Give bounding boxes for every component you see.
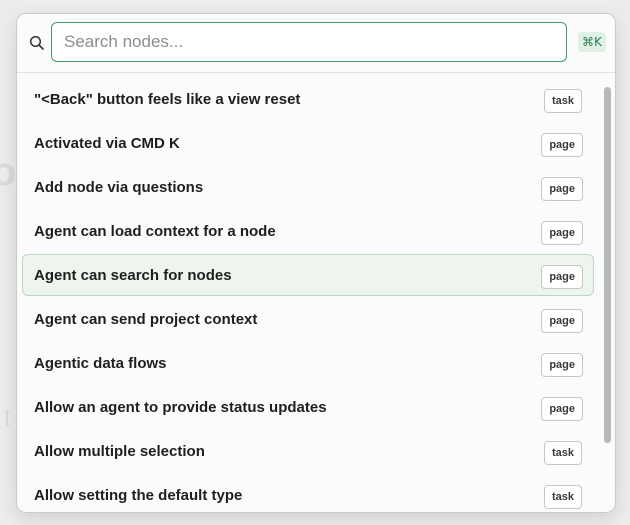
- result-item[interactable]: Add node via questions page: [22, 166, 594, 208]
- result-item[interactable]: Allow multiple selection task: [22, 430, 594, 472]
- result-item[interactable]: Agent can send project context page: [22, 298, 594, 340]
- type-badge: page: [541, 397, 583, 421]
- result-item[interactable]: Agent can search for nodes page: [22, 254, 594, 296]
- results-list: "<Back" button feels like a view reset ta…: [17, 73, 615, 512]
- result-title: Agent can search for nodes: [34, 267, 232, 284]
- background-ghost-text: o: [0, 150, 17, 194]
- type-badge: task: [543, 89, 582, 113]
- results-scrollbar[interactable]: [602, 73, 614, 512]
- result-title: Allow setting the default type: [34, 487, 243, 504]
- scrollbar-thumb[interactable]: [604, 87, 611, 443]
- result-item[interactable]: Activated via CMD K page: [22, 122, 594, 164]
- type-badge: page: [541, 353, 583, 377]
- type-badge: page: [541, 265, 583, 289]
- result-title: Agent can load context for a node: [34, 223, 276, 240]
- result-item[interactable]: Allow setting the default type task: [22, 474, 594, 512]
- result-item[interactable]: Allow an agent to provide status updates…: [22, 386, 594, 428]
- command-palette: ⌘K "<Back" button feels like a view rese…: [16, 13, 616, 513]
- result-title: Activated via CMD K: [34, 135, 180, 152]
- result-title: "<Back" button feels like a view reset: [34, 91, 301, 108]
- result-item[interactable]: Agentic data flows page: [22, 342, 594, 384]
- type-badge: task: [543, 485, 582, 509]
- shortcut-badge: ⌘K: [578, 32, 606, 52]
- type-badge: task: [543, 441, 582, 465]
- type-badge: page: [541, 177, 583, 201]
- result-title: Allow multiple selection: [34, 443, 205, 460]
- result-title: Agentic data flows: [34, 355, 167, 372]
- result-title: Add node via questions: [34, 179, 204, 196]
- result-item[interactable]: "<Back" button feels like a view reset ta…: [22, 78, 594, 120]
- result-title: Agent can send project context: [34, 311, 258, 328]
- result-item[interactable]: Agent can load context for a node page: [22, 210, 594, 252]
- result-title: Allow an agent to provide status updates: [34, 399, 327, 416]
- type-badge: page: [541, 221, 583, 245]
- search-input[interactable]: [51, 22, 567, 62]
- type-badge: page: [541, 309, 583, 333]
- type-badge: page: [541, 133, 583, 157]
- search-bar: ⌘K: [17, 14, 615, 73]
- search-icon: [29, 35, 44, 50]
